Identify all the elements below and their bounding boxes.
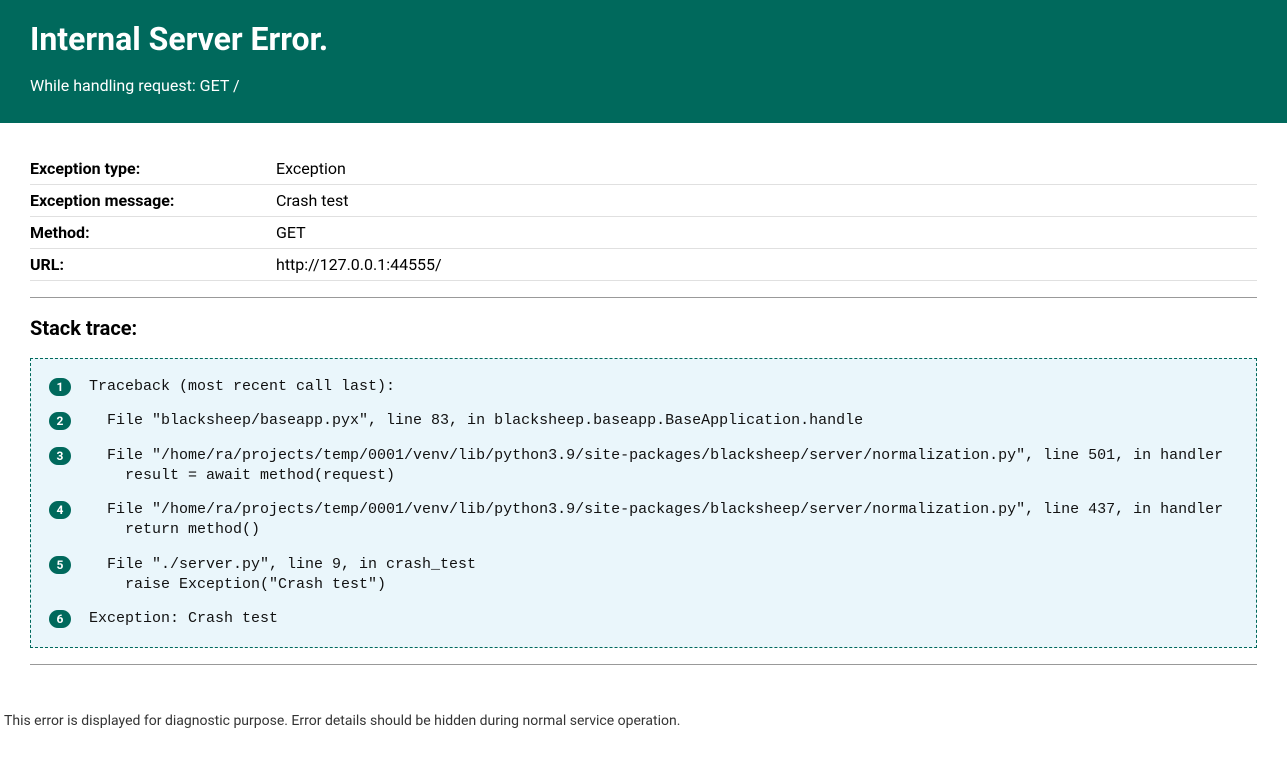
section-divider — [30, 297, 1257, 298]
stack-trace-title: Stack trace: — [30, 316, 1257, 340]
trace-line: 5 File "./server.py", line 9, in crash_t… — [49, 555, 1238, 596]
trace-line: 2 File "blacksheep/baseapp.pyx", line 83… — [49, 411, 1238, 431]
info-value: GET — [276, 217, 1257, 249]
trace-line: 3 File "/home/ra/projects/temp/0001/venv… — [49, 446, 1238, 487]
trace-line-number: 2 — [49, 412, 71, 430]
info-row-exception-type: Exception type: Exception — [30, 153, 1257, 185]
exception-info-table: Exception type: Exception Exception mess… — [30, 153, 1257, 281]
info-label: Method: — [30, 217, 276, 249]
trace-line: 4 File "/home/ra/projects/temp/0001/venv… — [49, 500, 1238, 541]
page-title: Internal Server Error. — [30, 20, 1257, 58]
info-row-exception-message: Exception message: Crash test — [30, 185, 1257, 217]
info-value: Exception — [276, 153, 1257, 185]
trace-line-text: Exception: Crash test — [89, 609, 278, 629]
trace-line-text: File "blacksheep/baseapp.pyx", line 83, … — [89, 411, 863, 431]
trace-line-text: File "/home/ra/projects/temp/0001/venv/l… — [89, 500, 1223, 541]
trace-line-number: 1 — [49, 378, 71, 396]
trace-line-number: 3 — [49, 447, 71, 465]
info-row-url: URL: http://127.0.0.1:44555/ — [30, 249, 1257, 281]
trace-line-text: Traceback (most recent call last): — [89, 377, 395, 397]
trace-line: 6 Exception: Crash test — [49, 609, 1238, 629]
error-content: Exception type: Exception Exception mess… — [0, 123, 1287, 713]
info-label: URL: — [30, 249, 276, 281]
trace-line: 1 Traceback (most recent call last): — [49, 377, 1238, 397]
stack-trace-box: 1 Traceback (most recent call last): 2 F… — [30, 358, 1257, 648]
info-label: Exception type: — [30, 153, 276, 185]
info-value: Crash test — [276, 185, 1257, 217]
request-subtitle: While handling request: GET / — [30, 76, 1257, 95]
info-value: http://127.0.0.1:44555/ — [276, 249, 1257, 281]
section-divider — [30, 664, 1257, 665]
trace-line-text: File "/home/ra/projects/temp/0001/venv/l… — [89, 446, 1223, 487]
trace-line-text: File "./server.py", line 9, in crash_tes… — [89, 555, 476, 596]
trace-line-number: 5 — [49, 556, 71, 574]
info-row-method: Method: GET — [30, 217, 1257, 249]
diagnostic-footer-note: This error is displayed for diagnostic p… — [4, 713, 1287, 729]
info-label: Exception message: — [30, 185, 276, 217]
trace-line-number: 4 — [49, 501, 71, 519]
error-header: Internal Server Error. While handling re… — [0, 0, 1287, 123]
trace-line-number: 6 — [49, 610, 71, 628]
